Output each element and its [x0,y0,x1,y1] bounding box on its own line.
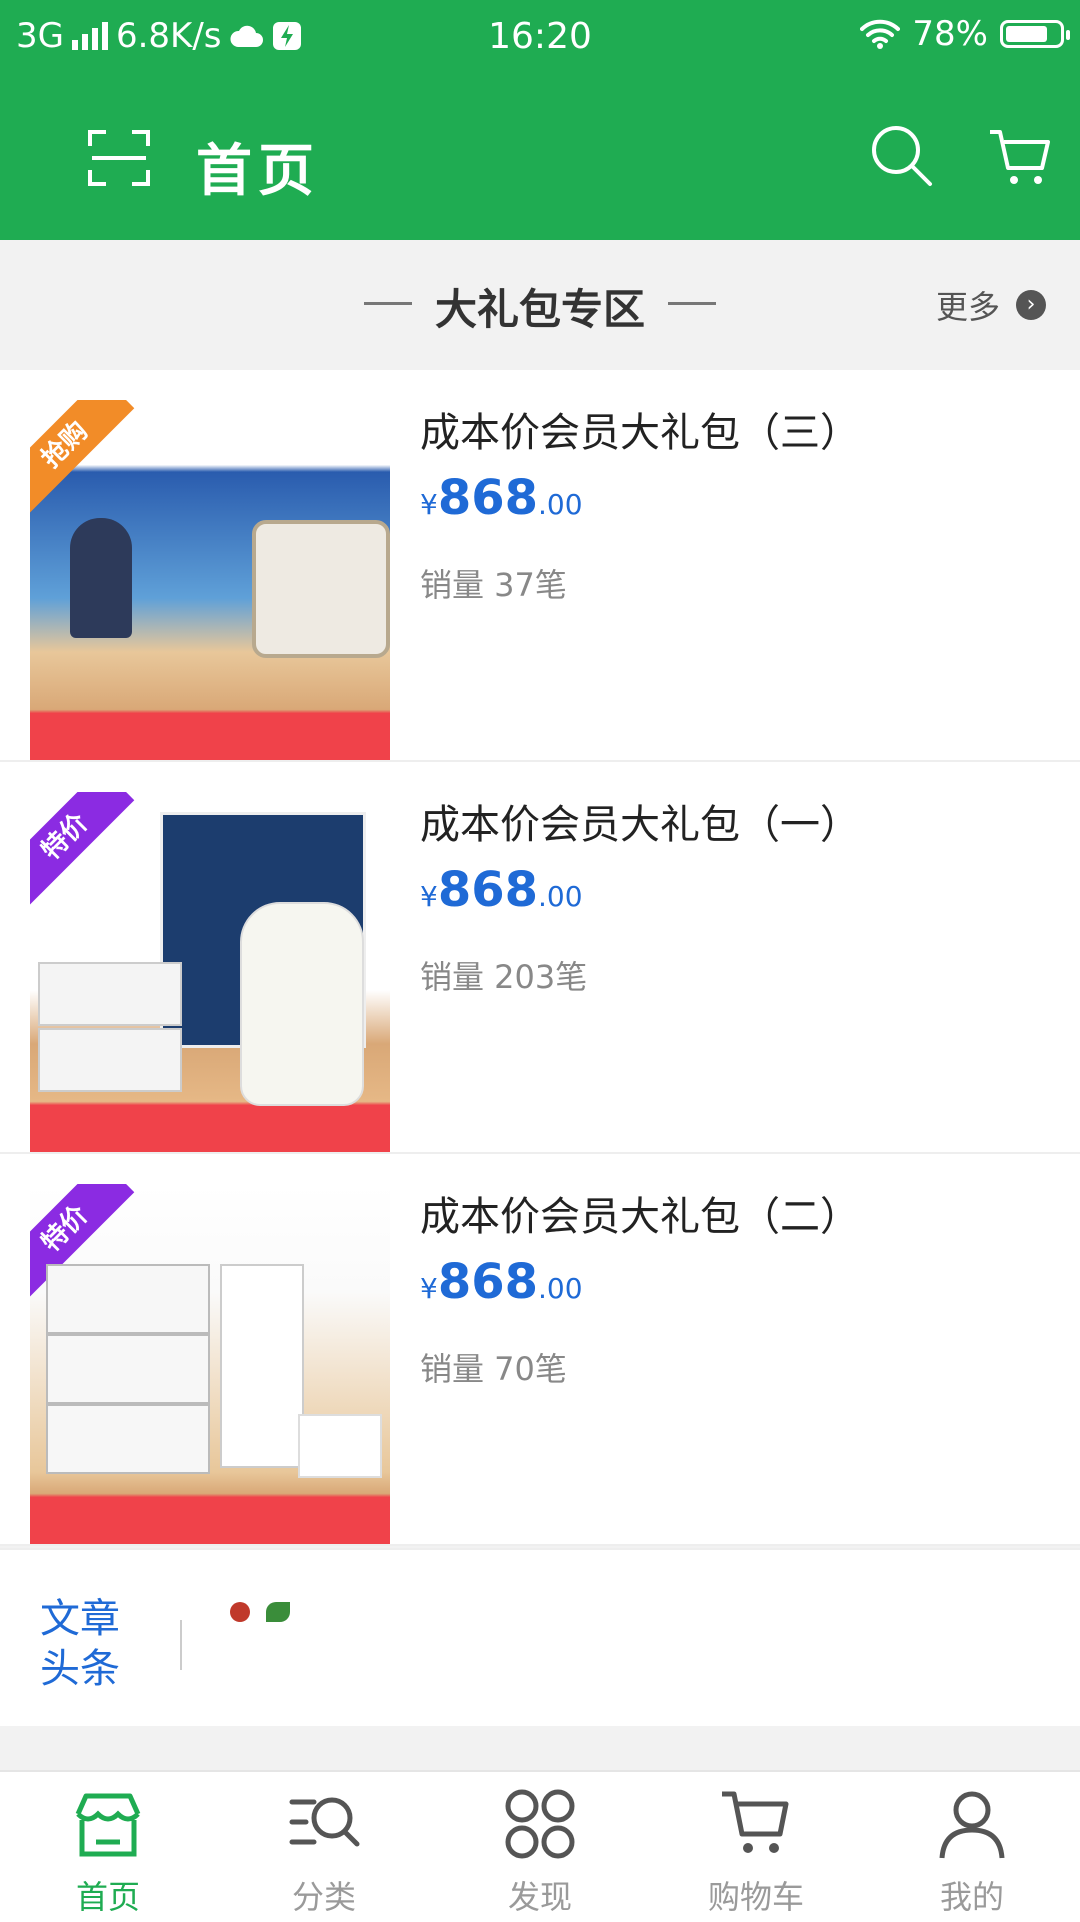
battery-percent: 78% [912,14,988,54]
page-title: 首页 [196,139,320,204]
box-image [38,962,182,1026]
store-icon [75,1793,141,1857]
product-card[interactable]: 特价 成本价会员大礼包（一） ¥868.00 销量 203笔 [0,762,1080,1154]
product-image[interactable]: 抢购 [30,400,390,760]
product-price: ¥868.00 [420,1254,583,1310]
box-image [46,1264,210,1334]
badge: 特价 [30,792,135,907]
gift-pack-section-header: 大礼包专区 更多 › [0,240,1080,368]
product-name[interactable]: 成本价会员大礼包（二） [420,1184,860,1242]
tab-label: 我的 [939,1878,1004,1916]
user-icon [939,1791,1005,1859]
currency-symbol: ¥ [420,488,438,521]
category-search-icon [289,1797,360,1847]
box-image [46,1404,210,1474]
tab-home[interactable]: 首页 [0,1772,216,1922]
wifi-icon [860,19,901,49]
app-header: 首页 [0,100,1080,220]
tab-discover[interactable]: 发现 [432,1772,648,1922]
product-name[interactable]: 成本价会员大礼包（一） [420,792,860,850]
product-card[interactable]: 特价 成本价会员大礼包（二） ¥868.00 销量 70笔 [0,1154,1080,1546]
status-bar: 3G 6.8K/s 16:20 78% [0,0,1080,80]
article-headline-strip[interactable]: 文章头条 [0,1548,1080,1726]
cart-icon[interactable] [986,124,1054,192]
product-sales: 销量 70笔 [420,1350,567,1388]
box-image [46,1334,210,1404]
product-sales: 销量 203笔 [420,958,588,996]
more-link[interactable]: 更多 › [936,282,1046,328]
product-price: ¥868.00 [420,862,583,918]
leaf-icon [266,1602,291,1622]
chevron-right-icon: › [1016,290,1046,320]
box-image [298,1414,382,1478]
article-snippet[interactable] [230,1592,291,1630]
tab-label: 首页 [75,1878,140,1916]
more-label: 更多 [935,288,1000,326]
tab-mine[interactable]: 我的 [864,1772,1080,1922]
discover-grid-icon [505,1789,575,1859]
price-main: 868 [437,1254,539,1310]
product-image[interactable]: 特价 [30,792,390,1152]
rice-bag-image [240,902,364,1106]
decoration-icon [230,1602,250,1622]
battery-fill [1006,26,1047,42]
top-bar: 3G 6.8K/s 16:20 78% 首页 [0,0,1080,240]
title-dash-right [668,302,716,305]
price-decimal: .00 [538,880,583,913]
section-title: 大礼包专区 [434,285,645,334]
box-image [38,1028,182,1092]
scan-icon[interactable] [86,128,152,188]
product-list: 抢购 成本价会员大礼包（三） ¥868.00 销量 37笔 特价 成本价会员大礼… [0,370,1080,1546]
article-tag: 文章头条 [40,1596,120,1692]
price-main: 868 [437,470,539,526]
tab-label: 分类 [291,1878,356,1916]
price-decimal: .00 [538,1272,583,1305]
appliance-image [252,520,390,658]
product-price: ¥868.00 [420,470,583,526]
cart-icon [722,1791,789,1853]
spokesperson-image [70,518,132,638]
product-sales: 销量 37笔 [420,566,567,604]
product-name[interactable]: 成本价会员大礼包（三） [420,400,860,458]
currency-symbol: ¥ [420,1272,438,1305]
divider [180,1620,182,1670]
status-right: 78% [860,14,1070,54]
box-image [220,1264,304,1468]
badge: 抢购 [30,400,135,515]
currency-symbol: ¥ [420,880,438,913]
tab-category[interactable]: 分类 [216,1772,432,1922]
search-icon[interactable] [868,122,936,190]
product-image[interactable]: 特价 [30,1184,390,1544]
tab-label: 发现 [507,1878,572,1916]
bottom-tab-bar: 首页 分类 发现 购物车 我的 [0,1770,1080,1922]
price-decimal: .00 [538,488,583,521]
price-main: 868 [437,862,539,918]
product-card[interactable]: 抢购 成本价会员大礼包（三） ¥868.00 销量 37笔 [0,370,1080,762]
tab-cart[interactable]: 购物车 [648,1772,864,1922]
tab-label: 购物车 [707,1878,804,1916]
battery-icon [1000,20,1070,48]
